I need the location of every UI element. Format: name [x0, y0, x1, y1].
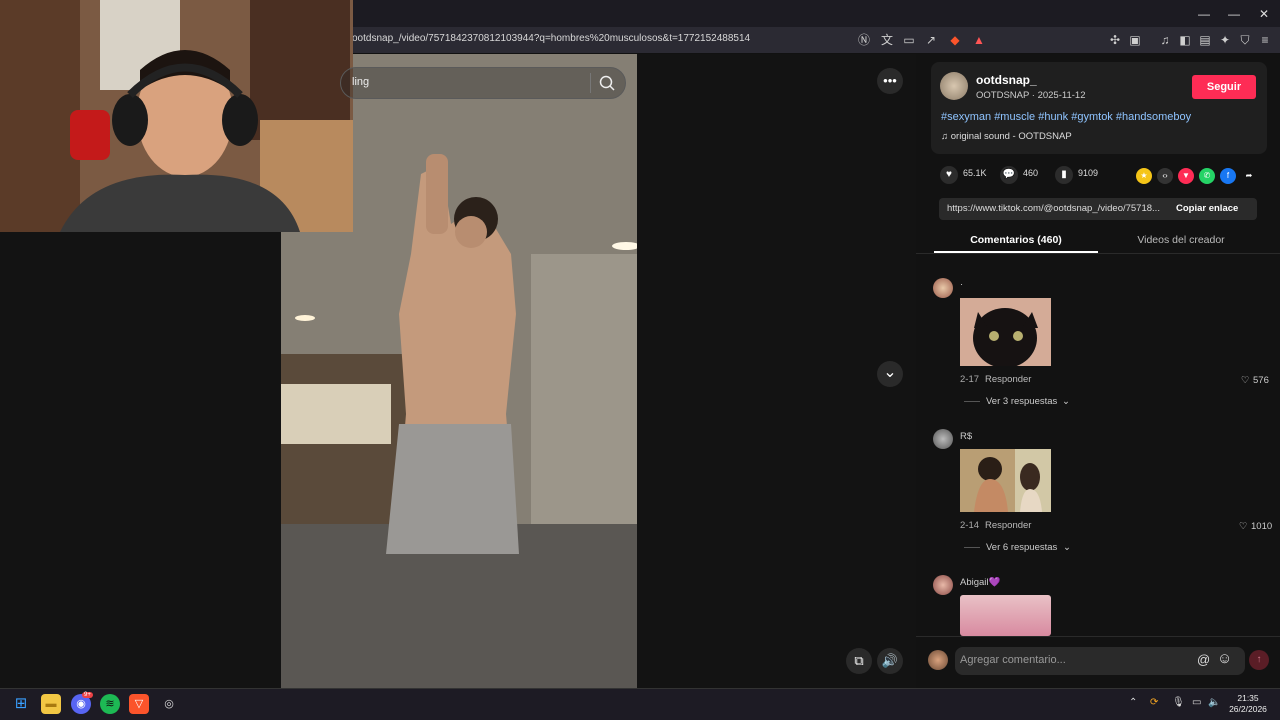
comment-like-count: 1010: [1251, 521, 1273, 532]
network-icon[interactable]: ▭: [1192, 697, 1201, 708]
mention-icon[interactable]: @: [1197, 652, 1210, 667]
volume-icon[interactable]: 🔊: [877, 648, 903, 674]
chevron-down-icon[interactable]: ⌄: [1063, 542, 1071, 553]
leo-icon[interactable]: ✦: [1216, 31, 1234, 49]
comment-icon[interactable]: 💬: [1000, 166, 1018, 184]
repost-icon[interactable]: ★: [1136, 168, 1152, 184]
follow-button[interactable]: Seguir: [1192, 75, 1256, 99]
discord-badge: 9+: [82, 692, 93, 698]
brave-browser-icon[interactable]: ▽: [129, 694, 149, 714]
extensions-icon[interactable]: ✣: [1106, 31, 1124, 49]
comment-placeholder[interactable]: Agregar comentario...: [960, 654, 1066, 666]
save-count: 9109: [1078, 168, 1099, 178]
reply-button[interactable]: Responder: [985, 520, 1031, 531]
tab-divider: [916, 253, 1280, 254]
media-icon[interactable]: ♫: [1156, 31, 1174, 49]
taskbar-clock[interactable]: 21:35 26/2/2026: [1228, 693, 1268, 715]
rewards-icon[interactable]: ▲: [970, 31, 988, 49]
windows-start-icon[interactable]: ⊞: [11, 694, 31, 714]
comment-avatar[interactable]: [933, 429, 953, 449]
url-text[interactable]: ootdsnap_/video/7571842370812103944?q=ho…: [352, 33, 750, 44]
vpn-icon[interactable]: ⛉: [1236, 31, 1254, 49]
replies-line: [964, 401, 980, 402]
tab-comments[interactable]: Comentarios (460): [950, 234, 1082, 246]
hashtags[interactable]: #sexyman #muscle #hunk #gymtok #handsome…: [941, 111, 1191, 123]
more-options-button[interactable]: •••: [877, 68, 903, 94]
video-link[interactable]: https://www.tiktok.com/@ootdsnap_/video/…: [947, 203, 1160, 214]
comment-image[interactable]: [960, 298, 1051, 368]
comment-date: 2-17: [960, 374, 980, 385]
comment-like-icon[interactable]: ♡: [1241, 375, 1250, 386]
comment-like-count: 576: [1253, 375, 1269, 386]
comment-date: 2-14: [960, 520, 980, 531]
emoji-icon[interactable]: ☺: [1217, 650, 1232, 667]
whatsapp-icon[interactable]: ✆: [1199, 168, 1215, 184]
comment-avatar[interactable]: [933, 278, 953, 298]
embed-icon[interactable]: ‹›: [1157, 168, 1173, 184]
author-subtitle: OOTDSNAP · 2025-11-12: [976, 90, 1086, 101]
minimize-button[interactable]: —: [1226, 6, 1242, 22]
more-share-icon[interactable]: ➦: [1241, 168, 1257, 184]
replies-line: [964, 547, 980, 548]
bookmark-icon[interactable]: ▮: [1055, 166, 1073, 184]
wallet-icon[interactable]: ▤: [1196, 31, 1214, 49]
close-button[interactable]: ✕: [1256, 6, 1272, 22]
search-icon[interactable]: [596, 72, 618, 94]
author-name[interactable]: ootdsnap_: [976, 73, 1037, 87]
comment-author[interactable]: R$: [960, 431, 972, 442]
comment-image[interactable]: [960, 449, 1051, 512]
tab-search-icon[interactable]: ▣: [1126, 31, 1144, 49]
webcam-overlay: [0, 0, 353, 232]
file-explorer-icon[interactable]: ▬: [41, 694, 61, 714]
user-avatar: [928, 650, 948, 670]
speaker-icon[interactable]: 🔈: [1208, 697, 1220, 708]
reader-mode-icon[interactable]: Ⓝ: [855, 31, 873, 49]
sync-icon[interactable]: ⟳: [1150, 697, 1158, 708]
search-bar[interactable]: [340, 67, 626, 99]
comment-author[interactable]: ·: [960, 279, 963, 290]
obs-icon[interactable]: ◎: [159, 694, 179, 714]
like-icon[interactable]: ♥: [940, 166, 958, 184]
taskbar: [0, 688, 1280, 720]
author-avatar[interactable]: [940, 72, 968, 100]
chevron-down-icon[interactable]: ⌄: [1062, 396, 1070, 407]
clock-date: 26/2/2026: [1229, 704, 1267, 714]
search-input[interactable]: ling: [352, 76, 369, 88]
tab-creator-videos[interactable]: Videos del creador: [1116, 234, 1246, 246]
search-divider: [590, 73, 591, 93]
picture-in-picture-icon[interactable]: ⧉: [846, 648, 872, 674]
comment-like-icon[interactable]: ♡: [1239, 521, 1248, 532]
send-to-friends-icon[interactable]: ▼: [1178, 168, 1194, 184]
minimize-icon[interactable]: —: [1196, 6, 1212, 22]
screenshot-icon[interactable]: ▭: [900, 31, 918, 49]
comment-image[interactable]: [960, 595, 1051, 636]
webcam-frame-illustration: [0, 0, 353, 232]
view-replies-button[interactable]: Ver 3 respuestas: [986, 396, 1057, 407]
next-video-button[interactable]: ⌄: [877, 361, 903, 387]
clock-time: 21:35: [1237, 693, 1259, 703]
comment-count: 460: [1023, 168, 1039, 178]
comment-avatar[interactable]: [933, 575, 953, 595]
sidebar-icon[interactable]: ◧: [1176, 31, 1194, 49]
share-icon[interactable]: ↗: [922, 31, 940, 49]
comment-author[interactable]: Abigail💜: [960, 577, 1000, 588]
facebook-icon[interactable]: f: [1220, 168, 1236, 184]
view-replies-button[interactable]: Ver 6 respuestas: [986, 542, 1057, 553]
spotify-icon[interactable]: ≋: [100, 694, 120, 714]
copy-link-button[interactable]: Copiar enlace: [1176, 203, 1238, 214]
brave-shield-icon[interactable]: ◆: [946, 31, 964, 49]
reply-button[interactable]: Responder: [985, 374, 1031, 385]
sound-label[interactable]: ♫ original sound - OOTDSNAP: [941, 131, 1072, 142]
like-count: 65.1K: [963, 168, 987, 178]
microphone-icon[interactable]: 🎙: [1172, 697, 1185, 708]
send-comment-button[interactable]: ↑: [1249, 650, 1269, 670]
tray-overflow-icon[interactable]: ⌃: [1129, 697, 1137, 708]
menu-icon[interactable]: ≡: [1256, 31, 1274, 49]
translate-icon[interactable]: 文: [878, 31, 896, 49]
